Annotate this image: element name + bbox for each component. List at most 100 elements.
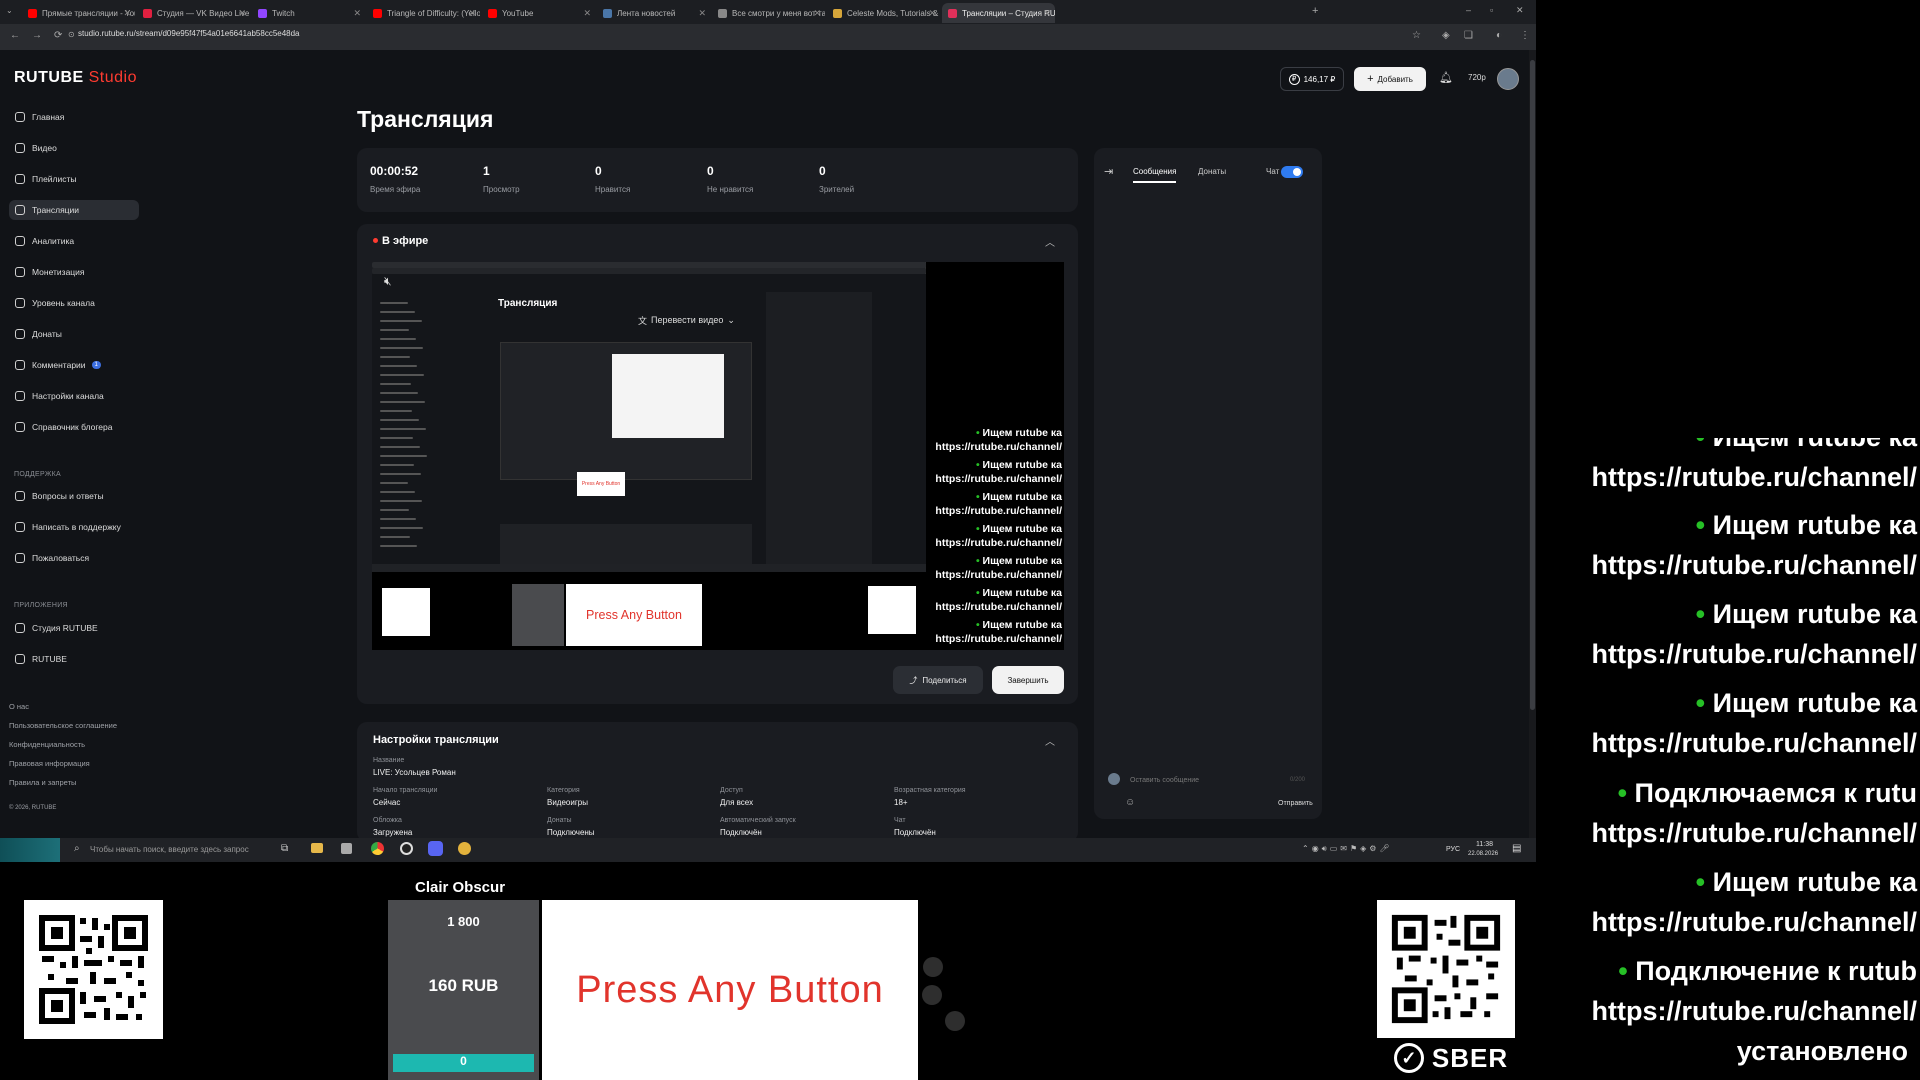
tab-close-icon[interactable]: ✕ <box>583 8 591 19</box>
tray-icons[interactable]: ⌃◉🔊︎▭✉⚑◈⚙🎤︎ <box>1302 844 1393 854</box>
url-field[interactable]: studio.rutube.ru/stream/d09e95f47f54a01e… <box>78 29 300 38</box>
profile-icon[interactable]: ◐ <box>1496 30 1502 41</box>
support-item-icon <box>15 491 25 501</box>
tab-donations[interactable]: Донаты <box>1198 167 1226 176</box>
chat-input[interactable]: Оставить сообщение <box>1130 777 1280 784</box>
mute-icon[interactable]: 🔇︎ <box>384 274 392 289</box>
balance-button[interactable]: ₽146,17 ₽ <box>1280 67 1344 91</box>
sidebar-item[interactable]: Донаты <box>9 324 139 344</box>
stream-preview[interactable]: 🔇︎ Трансляция 文 Перевести видео ⌄ Press An… <box>372 262 1064 650</box>
tab-messages[interactable]: Сообщения <box>1133 167 1177 183</box>
bell-icon[interactable]: 🔔︎ <box>1439 71 1453 84</box>
qr-pattern-left <box>39 915 148 1024</box>
collapse-live-icon[interactable]: ︿ <box>1045 234 1055 249</box>
forward-icon[interactable]: → <box>32 30 42 41</box>
bookmark-star-icon[interactable]: ☆ <box>1412 30 1421 41</box>
browser-tab[interactable]: Все смотри у меня вот такой✕ <box>712 3 825 23</box>
sidebar-item[interactable]: Плейлисты <box>9 169 139 189</box>
collapse-settings-icon[interactable]: ︿ <box>1045 733 1055 748</box>
footer-link[interactable]: Правила и запреты <box>9 778 76 787</box>
tab-favicon-icon <box>603 8 612 18</box>
tab-close-icon[interactable]: ✕ <box>813 8 821 19</box>
browser-tab[interactable]: Celeste Mods, Tutorials & Com✕ <box>827 3 940 23</box>
task-view-icon[interactable]: ⧉ <box>281 843 288 854</box>
chat-toggle[interactable] <box>1281 166 1303 178</box>
footer-link[interactable]: Конфиденциальность <box>9 740 85 749</box>
maximize-icon[interactable]: ▫ <box>1490 5 1493 15</box>
tab-list-icon[interactable]: ⌄ <box>6 6 13 15</box>
tab-close-icon[interactable]: ✕ <box>123 8 131 19</box>
app-item[interactable]: RUTUBE <box>9 649 139 669</box>
quality-label[interactable]: 720p <box>1468 73 1486 82</box>
browser-tab[interactable]: Трансляции – Студия RUTUBE✕ <box>942 3 1055 23</box>
avatar[interactable] <box>1497 68 1519 90</box>
share-button[interactable]: ⤴ Поделиться <box>893 666 983 694</box>
sidebar-item[interactable]: Комментарии 1 <box>9 355 139 375</box>
chrome-icon[interactable] <box>371 842 384 855</box>
sidebar-item[interactable]: Монетизация <box>9 262 139 282</box>
sidebar-item[interactable]: Видео <box>9 138 139 158</box>
start-area[interactable] <box>0 838 60 862</box>
support-item[interactable]: Пожаловаться <box>9 548 139 568</box>
sidebar-item-label: Комментарии <box>32 360 86 370</box>
browser-menu-icon[interactable]: ⋮ <box>1520 30 1530 41</box>
tray-date[interactable]: 22.08.2026 <box>1468 851 1498 857</box>
support-item[interactable]: Вопросы и ответы <box>9 486 139 506</box>
minimize-icon[interactable]: – <box>1466 5 1471 15</box>
notification-icon[interactable]: ▤ <box>1512 843 1521 854</box>
sidebar-item-label: Плейлисты <box>32 174 77 184</box>
preview-menu-line <box>380 329 409 331</box>
browser-tab[interactable]: Лента новостей ✕ <box>597 3 710 23</box>
rutube-studio-logo[interactable]: RUTUBE Studio <box>14 69 137 87</box>
browser-tab[interactable]: Студия — VK Видео Live ✕ <box>137 3 250 23</box>
footer-link[interactable]: Правовая информация <box>9 759 90 768</box>
translate-video-button[interactable]: 文 Перевести видео ⌄ <box>638 312 748 328</box>
tab-close-icon[interactable]: ✕ <box>698 8 706 19</box>
tray-time[interactable]: 11:38 <box>1476 841 1493 848</box>
sidebar-item-label: Донаты <box>32 329 62 339</box>
obs-icon[interactable] <box>400 842 413 855</box>
tab-close-icon[interactable]: ✕ <box>353 8 361 19</box>
emoji-icon[interactable]: ☺ <box>1125 797 1135 808</box>
new-tab-button[interactable]: + <box>1312 5 1318 17</box>
end-stream-button[interactable]: Завершить <box>992 666 1064 694</box>
browser-tab[interactable]: Triangle of Difficulty: (Yellow, S✕ <box>367 3 480 23</box>
store-icon[interactable] <box>341 843 352 854</box>
site-info-icon[interactable]: ⊙ <box>68 30 75 39</box>
sidebar-item[interactable]: Уровень канала <box>9 293 139 313</box>
sidebar-item[interactable]: Трансляции <box>9 200 139 220</box>
collapse-chat-icon[interactable]: ⇥ <box>1104 165 1113 178</box>
tray-language[interactable]: РУС <box>1446 846 1460 853</box>
tab-close-icon[interactable]: ✕ <box>928 8 936 19</box>
app-icon[interactable] <box>458 842 471 855</box>
app-item[interactable]: Студия RUTUBE <box>9 618 139 638</box>
preview-menu-line <box>380 545 417 547</box>
tab-close-icon[interactable]: ✕ <box>468 8 476 19</box>
file-explorer-icon[interactable] <box>311 843 323 853</box>
extensions-puzzle-icon[interactable]: ❏ <box>1464 30 1473 41</box>
sidebar-item[interactable]: Справочник блогера <box>9 417 139 437</box>
back-icon[interactable]: ← <box>10 30 20 41</box>
reload-icon[interactable]: ⟳ <box>54 30 62 41</box>
add-button[interactable]: + Добавить <box>1354 67 1426 91</box>
browser-tab[interactable]: Прямые трансляции - YouTube✕ <box>22 3 135 23</box>
scrollbar-thumb[interactable] <box>1530 60 1535 710</box>
sidebar-item[interactable]: Аналитика <box>9 231 139 251</box>
extension-icon[interactable]: ◈ <box>1442 30 1450 41</box>
taskbar-search-icon[interactable]: ⌕ <box>74 843 80 854</box>
sidebar-item[interactable]: Главная <box>9 107 139 127</box>
footer-link[interactable]: О нас <box>9 702 29 711</box>
stat-label: Время эфира <box>370 185 421 194</box>
tab-close-icon[interactable]: ✕ <box>1043 8 1051 19</box>
close-window-icon[interactable]: ✕ <box>1516 5 1524 16</box>
browser-tab[interactable]: YouTube ✕ <box>482 3 595 23</box>
sidebar-item[interactable]: Настройки канала <box>9 386 139 406</box>
footer-link[interactable]: Пользовательское соглашение <box>9 721 117 730</box>
stat-value: 00:00:52 <box>370 164 419 178</box>
send-button[interactable]: Отправить <box>1278 800 1313 807</box>
support-item[interactable]: Написать в поддержку <box>9 517 139 537</box>
discord-icon[interactable] <box>428 841 443 856</box>
taskbar-search[interactable]: Чтобы начать поиск, введите здесь запрос <box>90 845 270 854</box>
browser-tab[interactable]: Twitch ✕ <box>252 3 365 23</box>
tab-close-icon[interactable]: ✕ <box>238 8 246 19</box>
